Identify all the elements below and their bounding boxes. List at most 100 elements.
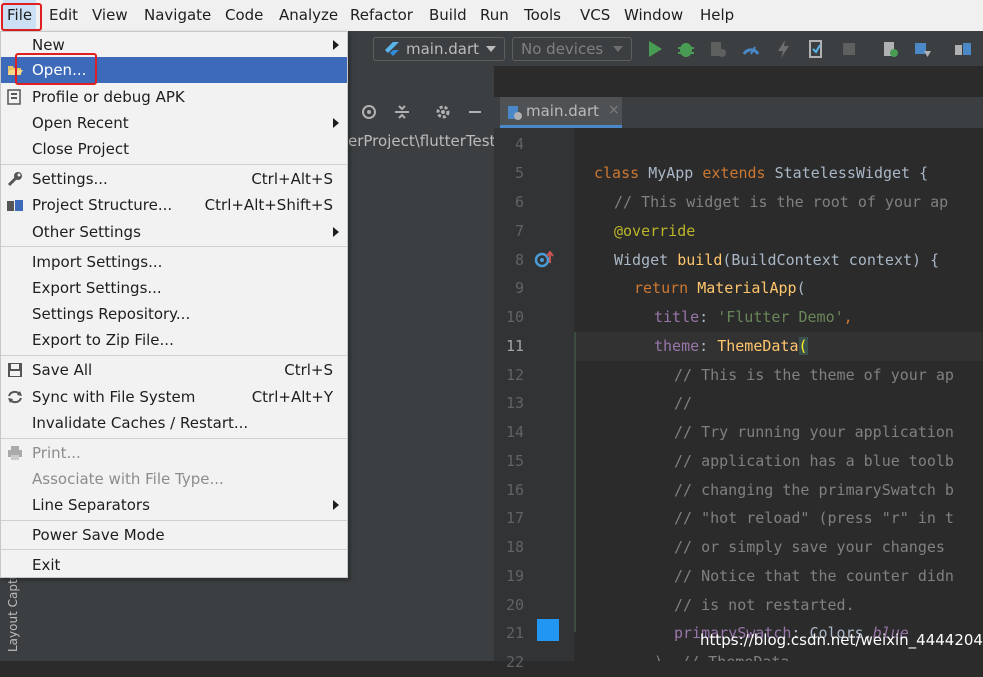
project-structure-icon: [7, 200, 23, 211]
chevron-down-icon: [613, 46, 623, 52]
line-number: 19: [505, 567, 524, 585]
run-config-select[interactable]: main.dart: [373, 37, 505, 61]
line-number: 15: [505, 452, 524, 470]
code-line-20: // is not restarted.: [674, 596, 855, 614]
menu-view[interactable]: View: [88, 0, 132, 31]
menu-item-power-save[interactable]: Power Save Mode: [1, 522, 347, 548]
menu-item-close-project[interactable]: Close Project: [1, 136, 347, 162]
hot-reload-icon[interactable]: [774, 39, 794, 59]
submenu-arrow-icon: [333, 227, 339, 237]
submenu-arrow-icon: [333, 40, 339, 50]
code-editor[interactable]: class MyApp extends StatelessWidget { //…: [574, 128, 983, 661]
code-line-13: //: [674, 394, 693, 412]
color-swatch-icon[interactable]: [537, 619, 559, 641]
menu-navigate[interactable]: Navigate: [140, 0, 215, 31]
apply-changes-icon[interactable]: [806, 39, 826, 59]
hide-icon[interactable]: [466, 103, 484, 121]
apk-icon: [7, 89, 21, 105]
menu-window[interactable]: Window: [620, 0, 687, 31]
close-icon[interactable]: ×: [608, 102, 620, 118]
attach-debugger-icon[interactable]: [708, 39, 728, 59]
code-line-12: // This is the theme of your ap: [674, 366, 954, 384]
code-line-9: return MaterialApp(: [634, 279, 806, 297]
menu-separator: [1, 164, 347, 165]
menu-item-exit[interactable]: Exit: [1, 552, 347, 578]
line-number: 9: [514, 279, 524, 297]
menu-item-print: Print...: [1, 440, 347, 466]
menu-item-settings-repository[interactable]: Settings Repository...: [1, 301, 347, 327]
sdk-manager-icon[interactable]: [912, 39, 932, 59]
menu-item-invalidate-caches[interactable]: Invalidate Caches / Restart...: [1, 410, 347, 436]
profile-icon[interactable]: [741, 39, 761, 59]
collapse-icon[interactable]: [393, 103, 411, 121]
override-method-icon[interactable]: [534, 249, 554, 269]
debug-icon[interactable]: [676, 39, 696, 59]
editor-tab-bar: main.dart ×: [494, 97, 983, 129]
code-line-18: // or simply save your changes: [674, 538, 945, 556]
submenu-arrow-icon: [333, 500, 339, 510]
line-number: 18: [505, 538, 524, 556]
sync-icon: [8, 390, 22, 404]
file-menu: New Open... Profile or debug APK Open Re…: [0, 31, 348, 578]
tab-main-dart[interactable]: main.dart ×: [500, 97, 622, 128]
menu-code[interactable]: Code: [221, 0, 267, 31]
line-number: 14: [505, 423, 524, 441]
code-line-10: title: 'Flutter Demo',: [654, 308, 853, 326]
editor-gutter: 4 5 6 7 8 9 10 11 12 13 14 15 16 17 18 1…: [494, 128, 589, 671]
menu-analyze[interactable]: Analyze: [275, 0, 342, 31]
menu-run[interactable]: Run: [476, 0, 513, 31]
line-number: 16: [505, 481, 524, 499]
line-number: 6: [514, 193, 524, 211]
code-line-8: Widget build(BuildContext context) {: [614, 251, 940, 269]
chevron-down-icon: [486, 46, 496, 52]
menu-item-line-separators[interactable]: Line Separators: [1, 492, 347, 518]
line-number: 7: [514, 222, 524, 240]
menu-item-open-recent[interactable]: Open Recent: [1, 110, 347, 136]
device-select[interactable]: No devices: [512, 37, 632, 61]
menu-item-associate-file-type: Associate with File Type...: [32, 470, 224, 488]
dart-file-icon: [508, 106, 522, 120]
menu-item-import-settings[interactable]: Import Settings...: [1, 249, 347, 275]
indent-guide: [574, 332, 576, 632]
code-line-6: // This widget is the root of your ap: [614, 193, 949, 211]
open-item-highlight: [15, 53, 97, 85]
menu-item-export-zip[interactable]: Export to Zip File...: [1, 327, 347, 353]
menu-separator: [1, 520, 347, 521]
locate-icon[interactable]: [360, 103, 378, 121]
menu-vcs[interactable]: VCS: [576, 0, 614, 31]
menu-item-other-settings[interactable]: Other Settings: [1, 219, 347, 245]
menu-separator: [1, 355, 347, 356]
code-line-16: // changing the primarySwatch b: [674, 481, 954, 499]
tab-label: main.dart: [526, 102, 600, 120]
menu-build[interactable]: Build: [425, 0, 471, 31]
menu-item-project-structure[interactable]: Project Structure... Ctrl+Alt+Shift+S: [1, 192, 347, 218]
menu-item-profile-apk[interactable]: Profile or debug APK: [1, 84, 347, 110]
menu-item-sync[interactable]: Sync with File System Ctrl+Alt+Y: [1, 384, 347, 410]
code-line-11: theme: ThemeData(: [654, 337, 808, 355]
file-menu-highlight: [1, 3, 42, 31]
gear-icon[interactable]: [434, 103, 452, 121]
stop-icon[interactable]: [839, 39, 859, 59]
line-number: 5: [514, 164, 524, 182]
menu-tools[interactable]: Tools: [520, 0, 565, 31]
code-line-14: // Try running your application: [674, 423, 954, 441]
line-number: 22: [505, 653, 524, 671]
line-number: 13: [505, 394, 524, 412]
code-line-7: @override: [614, 222, 696, 240]
device-label: No devices: [521, 40, 604, 58]
menu-item-settings[interactable]: Settings... Ctrl+Alt+S: [1, 166, 347, 192]
line-number: 8: [514, 251, 524, 269]
menu-separator: [1, 438, 347, 439]
menu-item-save-all[interactable]: Save All Ctrl+S: [1, 357, 347, 383]
menu-refactor[interactable]: Refactor: [346, 0, 417, 31]
line-number: 17: [505, 509, 524, 527]
sync-gradle-icon[interactable]: [880, 39, 900, 59]
menu-help[interactable]: Help: [696, 0, 738, 31]
code-line-5: class MyApp extends StatelessWidget {: [594, 164, 929, 182]
project-structure-icon[interactable]: [953, 39, 973, 59]
menu-edit[interactable]: Edit: [45, 0, 82, 31]
project-path: erProject\flutterTest: [348, 132, 494, 150]
menu-item-export-settings[interactable]: Export Settings...: [1, 275, 347, 301]
run-icon[interactable]: [645, 39, 665, 59]
flutter-icon: [385, 42, 399, 56]
